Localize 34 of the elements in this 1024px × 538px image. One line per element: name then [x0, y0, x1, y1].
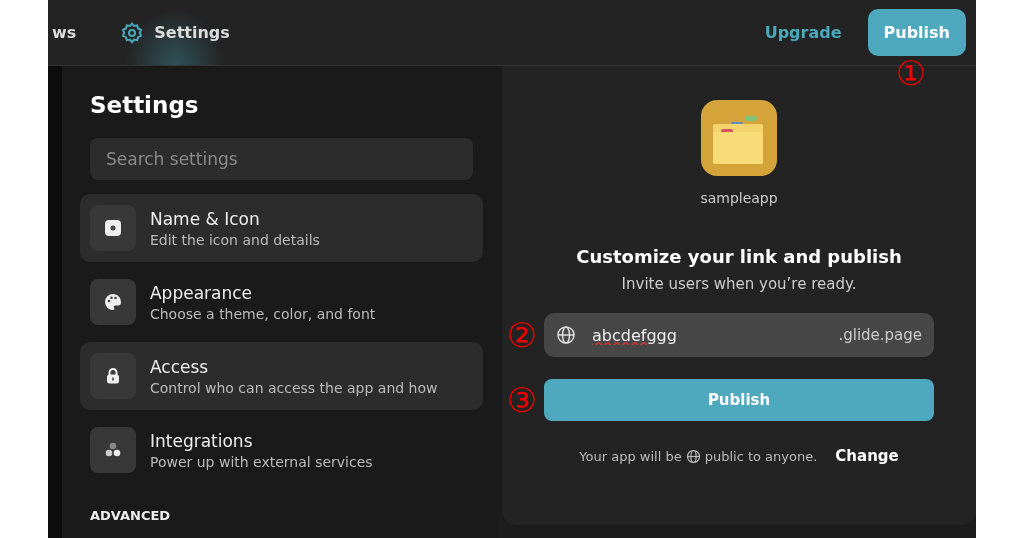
settings-item[interactable]: Name & Icon Edit the icon and details	[79, 194, 484, 262]
annotation-number: ②	[505, 318, 539, 352]
nav-tab[interactable]: ws	[48, 0, 81, 65]
settings-icon	[120, 20, 145, 45]
globe-icon	[685, 448, 701, 464]
item-subtitle: Edit the icon and details	[149, 231, 320, 248]
change-link[interactable]: Change	[835, 447, 899, 465]
domain-suffix: .glide.page	[838, 326, 923, 344]
panel-subheading: Invite users when you’re ready.	[621, 275, 857, 293]
app-name: sampleapp	[700, 190, 778, 206]
note-text: public to anyone.	[704, 448, 818, 464]
item-title: Access	[149, 356, 210, 377]
panel-heading: Customize your link and publish	[576, 246, 902, 267]
settings-item[interactable]: Access Control who can access the app and how	[79, 342, 484, 410]
link-field[interactable]: abcdefggg .glide.page	[544, 313, 935, 357]
settings-title: Settings	[88, 92, 200, 120]
url-input[interactable]: abcdefggg	[590, 324, 839, 346]
section-heading: ADVANCED	[88, 507, 172, 523]
item-subtitle: Control who can access the app and how	[149, 379, 438, 396]
annotation-number: ①	[894, 56, 928, 90]
item-title: Name & Icon	[149, 208, 261, 229]
item-subtitle: Power up with external services	[149, 453, 373, 470]
annotation-number: ③	[505, 383, 539, 417]
settings-item[interactable]: Appearance Choose a theme, color, and font	[79, 268, 484, 336]
globe-icon	[556, 325, 577, 345]
item-title: Appearance	[149, 282, 254, 303]
item-subtitle: Choose a theme, color, and font	[149, 305, 376, 322]
item-title: Integrations	[149, 430, 254, 451]
settings-item[interactable]: Integrations Power up with external services	[79, 416, 484, 484]
search-field[interactable]: Search settings	[89, 138, 474, 180]
upgrade-link[interactable]: Upgrade	[764, 23, 842, 42]
folder-icon	[701, 100, 778, 176]
note-text: Your app will be	[579, 448, 682, 464]
palette-icon	[102, 292, 123, 312]
